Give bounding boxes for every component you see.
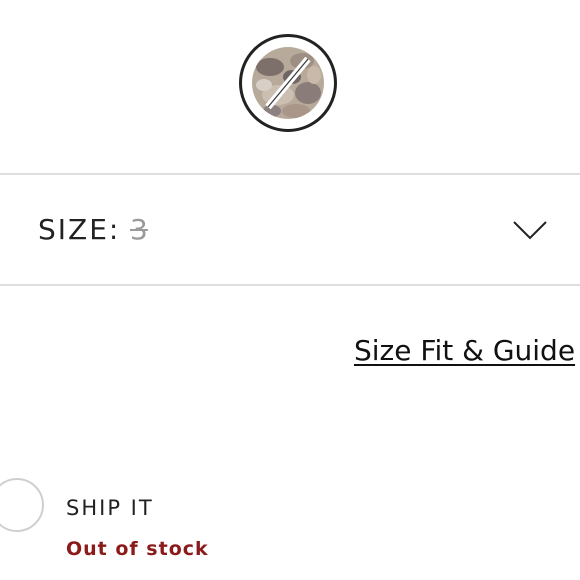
chevron-down-icon[interactable] bbox=[512, 219, 548, 241]
selected-size-value: 3 bbox=[130, 213, 148, 246]
stock-status: Out of stock bbox=[66, 538, 209, 560]
divider-bottom bbox=[0, 284, 580, 286]
size-selector[interactable]: SIZE: 3 bbox=[0, 175, 580, 284]
unavailable-pattern-swatch-icon bbox=[252, 47, 324, 119]
size-label: SIZE: bbox=[38, 213, 121, 246]
ship-it-radio[interactable] bbox=[0, 478, 44, 532]
ship-it-label: SHIP IT bbox=[66, 496, 154, 520]
size-fit-guide-link[interactable]: Size Fit & Guide bbox=[354, 334, 575, 367]
color-swatch-unavailable[interactable] bbox=[239, 34, 337, 132]
